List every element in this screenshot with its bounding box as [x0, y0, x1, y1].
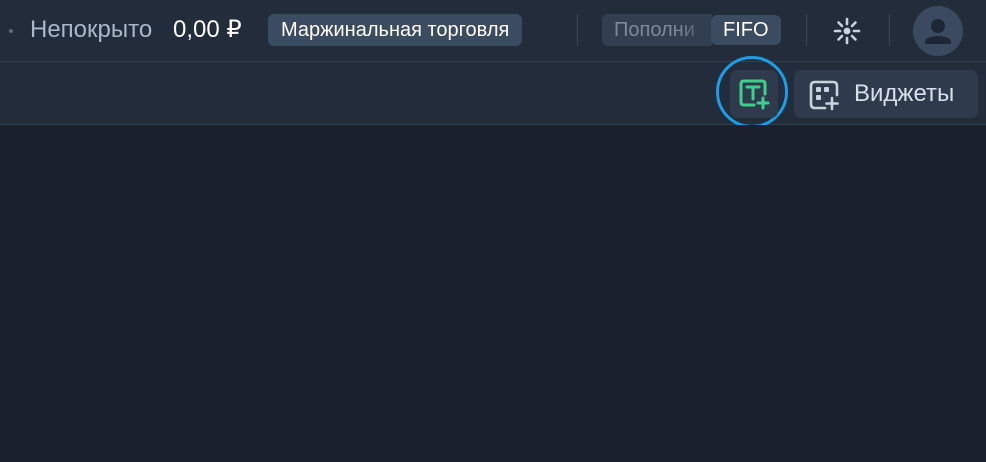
user-avatar-button[interactable] — [913, 6, 963, 56]
top-header: Непокрыто 0,00 ₽ Маржинальная торговля П… — [0, 0, 986, 62]
divider — [806, 14, 807, 46]
user-icon — [925, 19, 951, 44]
workspace-area — [0, 125, 986, 462]
divider — [577, 14, 578, 46]
fifo-badge[interactable]: FIFO — [711, 15, 781, 45]
widgets-button[interactable]: Виджеты — [794, 70, 978, 118]
uncovered-value: 0,00 ₽ — [173, 16, 242, 43]
new-terminal-button[interactable] — [730, 70, 778, 118]
terminal-add-icon — [739, 79, 770, 110]
margin-trading-badge[interactable]: Маржинальная торговля — [268, 14, 523, 46]
settings-button[interactable] — [830, 14, 864, 48]
widgets-button-label: Виджеты — [854, 80, 955, 107]
topup-fade — [678, 14, 712, 46]
app-window: Непокрыто 0,00 ₽ Маржинальная торговля П… — [0, 0, 986, 462]
topup-button[interactable]: Пополни — [602, 14, 712, 46]
widgets-add-icon — [809, 80, 839, 111]
divider — [889, 14, 890, 46]
sun-gear-icon — [833, 17, 861, 45]
uncovered-label: Непокрыто — [30, 16, 153, 43]
separator-dot — [9, 29, 13, 33]
